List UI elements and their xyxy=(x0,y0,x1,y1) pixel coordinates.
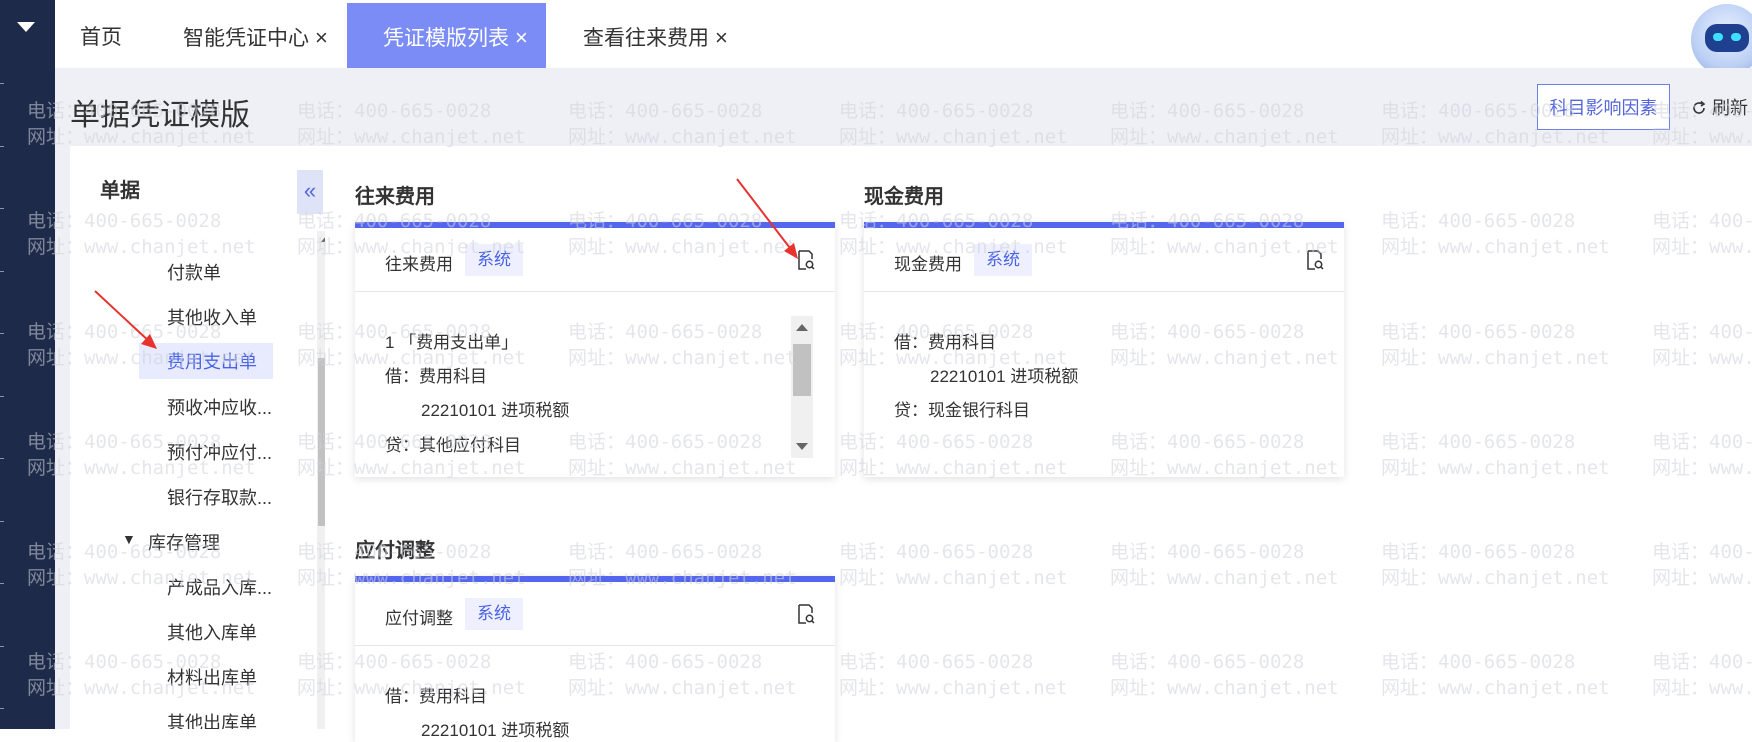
tree-item-other-income[interactable]: 其他收入单 xyxy=(167,304,257,330)
voucher-line: 借：费用科目 xyxy=(385,687,487,706)
close-icon[interactable]: × xyxy=(715,25,728,50)
tree-title: 单据 xyxy=(100,180,140,202)
card-scrollbar[interactable] xyxy=(791,316,813,458)
rail-tick xyxy=(0,458,4,459)
tree-item-payment[interactable]: 付款单 xyxy=(167,259,221,285)
tree-item-other-in[interactable]: 其他入库单 xyxy=(167,619,257,645)
tab-label: 首页 xyxy=(80,26,122,49)
preview-document-icon[interactable] xyxy=(797,604,815,624)
rail-tick xyxy=(0,521,4,522)
scroll-up-icon[interactable] xyxy=(796,324,808,331)
close-icon[interactable]: × xyxy=(515,25,528,50)
tree-item-expense[interactable]: 费用支出单 xyxy=(139,343,273,379)
preview-document-icon[interactable] xyxy=(1306,250,1324,270)
scroll-thumb[interactable] xyxy=(793,344,811,396)
template-cards-panel: 往来费用 往来费用 系统 1 「费用支出单」 借：费用科目 22210101 进… xyxy=(325,146,1752,742)
template-card: 应付调整 系统 借：费用科目 22210101 进项税额 xyxy=(355,576,835,742)
card-header: 往来费用 系统 xyxy=(355,228,835,292)
preview-document-icon[interactable] xyxy=(797,250,815,270)
section-title: 现金费用 xyxy=(864,186,944,208)
section-title: 应付调整 xyxy=(355,540,435,562)
robot-face xyxy=(1705,24,1749,52)
tree-group-inventory[interactable]: 库存管理 xyxy=(148,529,220,555)
tree-item-advance-payment[interactable]: 预付冲应付... xyxy=(167,439,272,465)
tab-bar: 首页 智能凭证中心× 凭证模版列表× 查看往来费用× ✕ xyxy=(55,0,1752,76)
rail-tick xyxy=(0,271,4,272)
tab-smart-voucher-center[interactable]: 智能凭证中心 × xyxy=(183,0,328,68)
tab-label: 凭证模版列表 xyxy=(383,27,509,50)
refresh-icon xyxy=(1693,100,1706,114)
card-name: 应付调整 xyxy=(385,609,453,628)
close-icon[interactable]: × xyxy=(315,25,328,50)
tab-voucher-template-list[interactable]: 凭证模版列表 × xyxy=(347,3,546,68)
system-badge: 系统 xyxy=(465,244,523,276)
template-card: 现金费用 系统 借：费用科目 22210101 进项税额 贷：现金银行科目 xyxy=(864,222,1344,477)
caret-down-icon[interactable]: ▼ xyxy=(122,531,136,547)
section-title: 往来费用 xyxy=(355,186,435,208)
voucher-line: 22210101 进项税额 xyxy=(930,367,1079,386)
tree-item-other-out[interactable]: 其他出库单 xyxy=(167,709,257,729)
voucher-line: 22210101 进项税额 xyxy=(421,401,570,420)
content-area: 单据凭证模版 科目影响因素 刷新 单据 付款单 其他收入单 费用支出单 预收冲应… xyxy=(55,68,1752,742)
caret-down-icon[interactable] xyxy=(17,22,35,32)
document-tree-panel: 单据 付款单 其他收入单 费用支出单 预收冲应收... 预付冲应付... 银行存… xyxy=(70,146,328,729)
subject-factors-button[interactable]: 科目影响因素 xyxy=(1537,84,1670,130)
rail-tick xyxy=(0,146,4,147)
rail-tick xyxy=(0,583,4,584)
rail-tick xyxy=(0,83,4,84)
voucher-line: 借：费用科目 xyxy=(385,367,487,386)
voucher-line: 贷：其他应付科目 xyxy=(385,436,521,455)
scroll-down-icon[interactable] xyxy=(796,443,808,450)
tree-item-advance-receipt[interactable]: 预收冲应收... xyxy=(167,394,272,420)
tab-view-expense[interactable]: 查看往来费用 × xyxy=(583,0,728,68)
tab-label: 智能凭证中心 xyxy=(183,27,309,50)
card-name: 往来费用 xyxy=(385,255,453,274)
page-title: 单据凭证模版 xyxy=(70,99,250,132)
voucher-line: 借：费用科目 xyxy=(894,333,996,352)
template-card: 往来费用 系统 1 「费用支出单」 借：费用科目 22210101 进项税额 贷… xyxy=(355,222,835,477)
card-header: 现金费用 系统 xyxy=(864,228,1344,292)
robot-eye xyxy=(1713,33,1723,41)
rail-tick xyxy=(0,708,4,709)
left-rail xyxy=(0,0,55,729)
rail-tick xyxy=(0,646,4,647)
tab-label: 查看往来费用 xyxy=(583,27,709,50)
rail-tick xyxy=(0,333,4,334)
system-badge: 系统 xyxy=(465,598,523,630)
tab-home[interactable]: 首页 xyxy=(80,0,122,68)
refresh-button[interactable]: 刷新 xyxy=(1691,94,1748,120)
voucher-line: 1 「费用支出单」 xyxy=(385,333,519,352)
robot-eye xyxy=(1731,33,1741,41)
tree-item-product-in[interactable]: 产成品入库... xyxy=(167,574,272,600)
tree-item-bank-deposit[interactable]: 银行存取款... xyxy=(167,484,272,510)
collapse-panel-icon[interactable]: « xyxy=(297,170,323,214)
rail-tick xyxy=(0,208,4,209)
rail-tick xyxy=(0,396,4,397)
voucher-line: 贷：现金银行科目 xyxy=(894,401,1030,420)
system-badge: 系统 xyxy=(974,244,1032,276)
tree-item-material-out[interactable]: 材料出库单 xyxy=(167,664,257,690)
card-header: 应付调整 系统 xyxy=(355,582,835,646)
refresh-label: 刷新 xyxy=(1712,98,1749,118)
card-name: 现金费用 xyxy=(894,255,962,274)
assistant-robot-icon[interactable] xyxy=(1691,4,1752,76)
